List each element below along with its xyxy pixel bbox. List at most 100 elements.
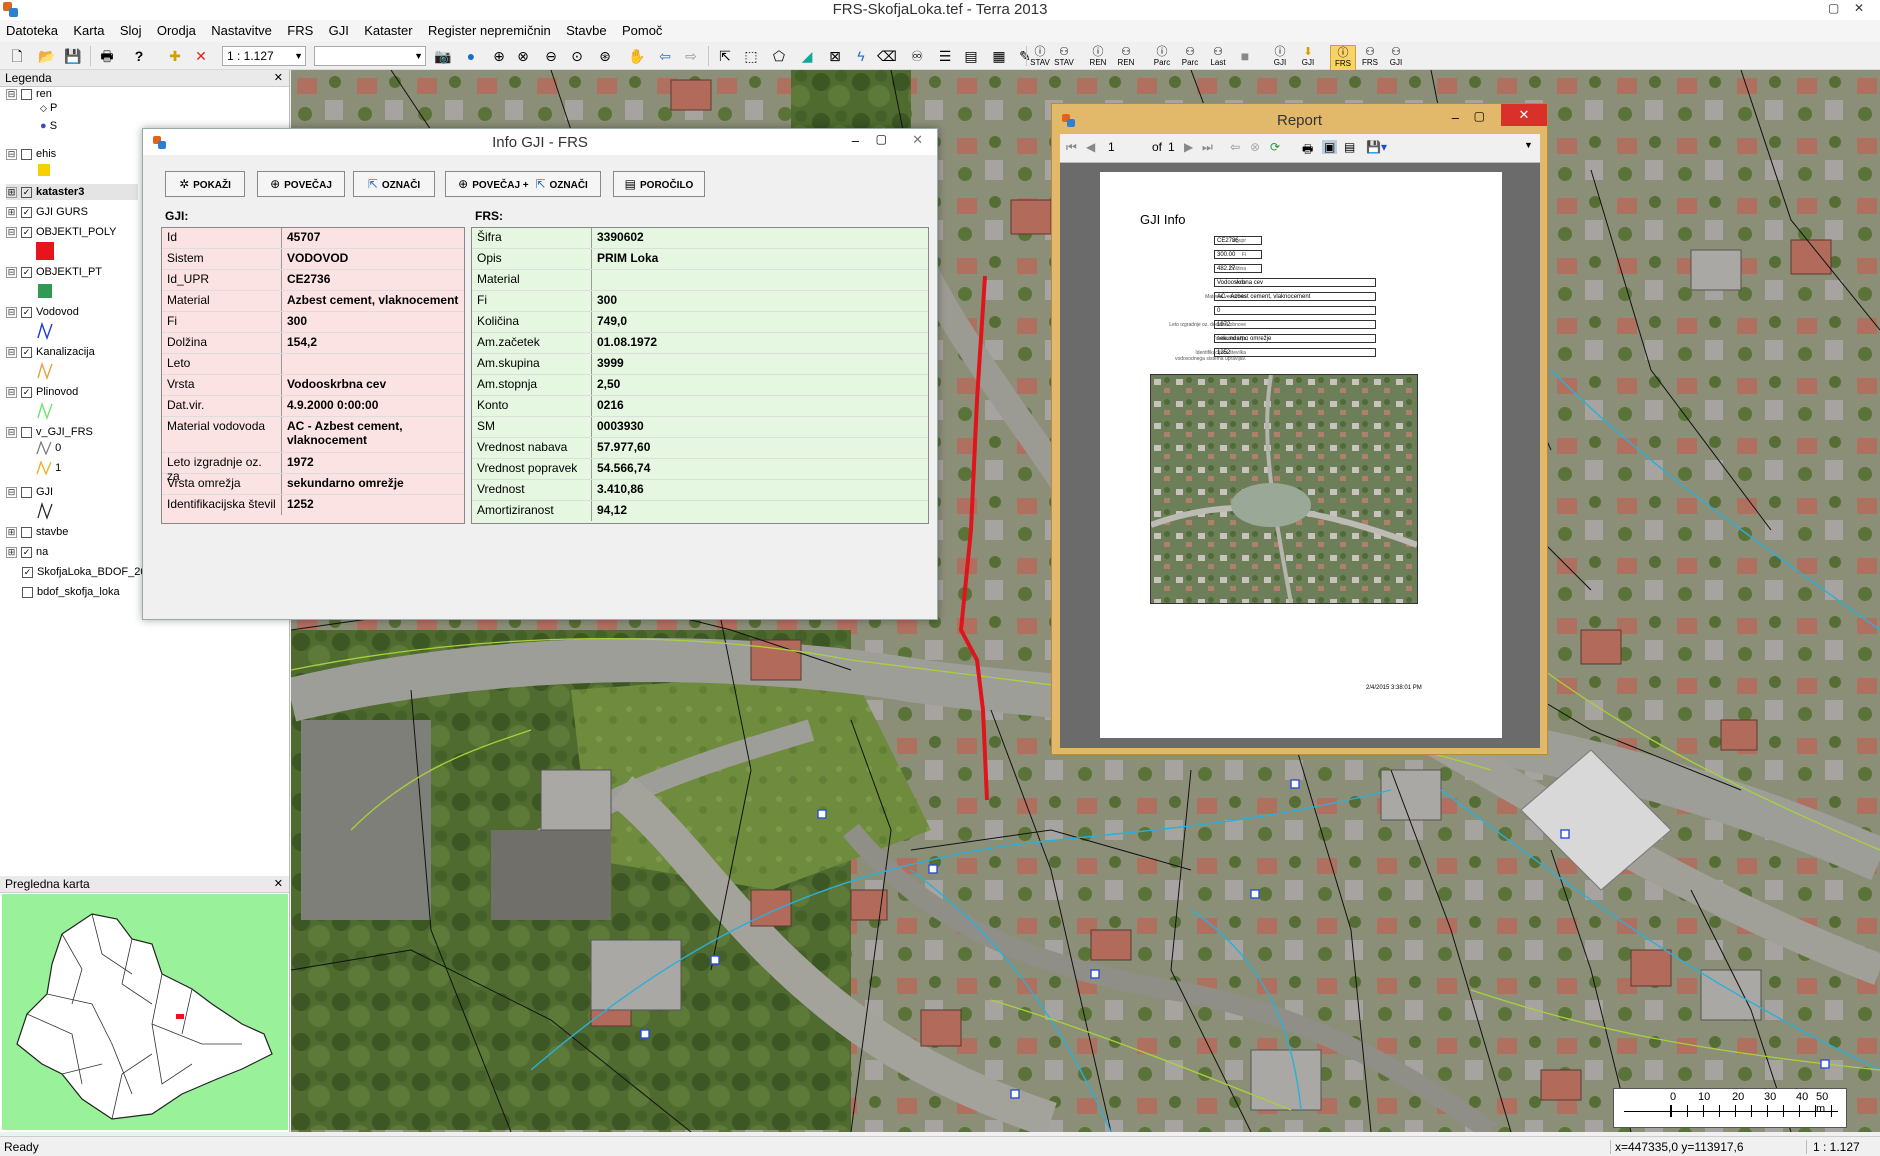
close-icon[interactable]: ✕	[1501, 104, 1547, 126]
close-icon[interactable]: ✕	[1854, 1, 1864, 15]
maximize-icon[interactable]: ▢	[1474, 109, 1485, 123]
checkbox[interactable]: ✓	[21, 306, 32, 318]
checkbox[interactable]: ✓	[21, 346, 32, 358]
collapse-icon[interactable]: ⊟	[6, 346, 17, 358]
collapse-icon[interactable]: ⊟	[6, 386, 17, 398]
close-icon[interactable]: ✕	[912, 132, 923, 148]
gji-search-button[interactable]: ⚇ GJI	[1384, 45, 1408, 69]
forward-icon[interactable]: ⇨	[680, 45, 702, 67]
table-icon[interactable]: ▦	[988, 45, 1010, 67]
legend-item-skofjaloka-bdof[interactable]: ✓ SkofjaLoka_BDOF_20	[22, 564, 146, 580]
menu-frs[interactable]: FRS	[281, 20, 319, 42]
frs-info-button[interactable]: ⓘ FRS	[1330, 45, 1356, 71]
next-page-icon[interactable]: ▶	[1184, 140, 1193, 154]
collapse-icon[interactable]: ⊟	[6, 148, 17, 160]
frs-search-button[interactable]: ⚇ FRS	[1358, 45, 1382, 69]
povecaj-oznaci-button[interactable]: ⊕ POVEČAJ + ⇱ OZNAČI	[445, 171, 601, 197]
legend-item-plinovod[interactable]: ⊟ ✓ Plinovod	[6, 384, 78, 400]
legend-item-bdof-skofja-loka[interactable]: bdof_skofja_loka	[22, 584, 120, 600]
export-icon[interactable]: 💾▾	[1366, 140, 1387, 154]
minimize-icon[interactable]: –	[1452, 110, 1459, 125]
pan-icon[interactable]: ✋	[626, 45, 648, 67]
expand-icon[interactable]: ⊞	[6, 186, 17, 198]
zoom-extent-icon[interactable]: ⊗	[512, 45, 534, 67]
parc-search-button[interactable]: ⚇ Parc	[1178, 45, 1202, 69]
menu-register[interactable]: Register nepremičnin	[422, 20, 557, 42]
checkbox[interactable]	[21, 486, 32, 498]
new-icon[interactable]: 🗋	[6, 45, 28, 67]
gji-info-button[interactable]: ⓘ GJI	[1268, 45, 1292, 69]
zoom-out-icon[interactable]: ⊖	[540, 45, 562, 67]
last-page-icon[interactable]: ⏭	[1202, 140, 1213, 155]
legend-item-kataster3[interactable]: ⊞ ✓ kataster3	[6, 184, 138, 200]
back-icon[interactable]: ⇦	[1230, 140, 1240, 154]
collapse-icon[interactable]: ⊟	[6, 426, 17, 438]
binoculars-icon[interactable]: ♾	[906, 45, 928, 67]
legend-item-gji-gurs[interactable]: ⊞ ✓ GJI GURS	[6, 204, 88, 220]
checkbox[interactable]: ✓	[22, 566, 33, 578]
remove-layer-icon[interactable]: ✕	[190, 45, 212, 67]
print-layout-icon[interactable]: ▣	[1322, 140, 1338, 154]
menu-karta[interactable]: Karta	[67, 20, 110, 42]
ren-info-button[interactable]: ⓘ REN	[1086, 45, 1110, 69]
collapse-icon[interactable]: ⊟	[6, 226, 17, 238]
menu-orodja[interactable]: Orodja	[151, 20, 202, 42]
expand-icon[interactable]: ⊞	[6, 526, 17, 538]
legend-item-v-gji-frs[interactable]: ⊟ v_GJI_FRS	[6, 424, 93, 440]
legend-item-stavbe[interactable]: ⊞ stavbe	[6, 524, 68, 540]
open-icon[interactable]: 📂	[36, 45, 58, 67]
pokazi-button[interactable]: ✲ POKAŽI	[165, 171, 245, 197]
ren-search-button[interactable]: ⚇ REN	[1114, 45, 1138, 69]
collapse-icon[interactable]: ⊟	[6, 88, 17, 100]
collapse-icon[interactable]: ⊟	[6, 486, 17, 498]
parc-info-button[interactable]: ⓘ Parc	[1150, 45, 1174, 69]
minimize-icon[interactable]: –	[852, 133, 859, 148]
checkbox[interactable]: ✓	[21, 206, 32, 218]
stav-info-button[interactable]: ⓘ STAV	[1028, 45, 1052, 69]
help-icon[interactable]: ?	[128, 45, 150, 67]
zoom-window-icon[interactable]: ⊙	[566, 45, 588, 67]
checkbox[interactable]: ✓	[21, 546, 32, 558]
menu-datoteka[interactable]: Datoteka	[0, 20, 64, 42]
checkbox[interactable]: ✓	[21, 186, 32, 198]
expand-icon[interactable]: ⊞	[6, 206, 17, 218]
zoom-in-icon[interactable]: ⊕	[488, 45, 510, 67]
chevron-down-icon[interactable]: ▼	[1524, 140, 1533, 150]
save-icon[interactable]: 💾	[62, 45, 84, 67]
legend-item-objekti-pt[interactable]: ⊟ ✓ OBJEKTI_PT	[6, 264, 102, 280]
oznaci-button[interactable]: ⇱ OZNAČI	[353, 171, 435, 197]
checkbox[interactable]: ✓	[21, 226, 32, 238]
print-icon[interactable]: 🖶	[96, 45, 118, 67]
layer-combo[interactable]: ▼	[314, 46, 426, 66]
layers-icon[interactable]: ☰	[934, 45, 956, 67]
collapse-icon[interactable]: ⊟	[6, 266, 17, 278]
last-search-button[interactable]: ⚇ Last	[1206, 45, 1230, 69]
legend-item-ehis[interactable]: ⊟ ehis	[6, 146, 56, 162]
checkbox[interactable]	[22, 586, 33, 598]
menu-gji[interactable]: GJI	[323, 20, 355, 42]
lightning-icon[interactable]: ϟ	[850, 45, 872, 67]
povecaj-button[interactable]: ⊕ POVEČAJ	[257, 171, 345, 197]
close-icon[interactable]: ✕	[274, 70, 283, 86]
back-icon[interactable]: ⇦	[654, 45, 676, 67]
stav-search-button[interactable]: ⚇ STAV	[1052, 45, 1076, 69]
legend-item-kanalizacija[interactable]: ⊟ ✓ Kanalizacija	[6, 344, 95, 360]
measure-icon[interactable]: ◢	[796, 45, 818, 67]
checkbox[interactable]	[21, 88, 32, 100]
close-icon[interactable]: ✕	[274, 876, 283, 892]
square-icon[interactable]: ■	[1234, 45, 1256, 67]
overview-map[interactable]	[2, 894, 288, 1130]
porocilo-button[interactable]: ▤ POROČILO	[613, 171, 705, 197]
eraser-icon[interactable]: ⌫	[876, 45, 898, 67]
menu-stavbe[interactable]: Stavbe	[560, 20, 612, 42]
select-poly-icon[interactable]: ⬠	[768, 45, 790, 67]
legend-item-na[interactable]: ⊞ ✓ na	[6, 544, 48, 560]
stop-icon[interactable]: ⊗	[1250, 140, 1260, 154]
select-icon[interactable]: ⇱	[714, 45, 736, 67]
restore-icon[interactable]: ▢	[1828, 1, 1839, 15]
page-number[interactable]: 1	[1108, 140, 1115, 154]
checkbox[interactable]	[21, 148, 32, 160]
collapse-icon[interactable]: ⊟	[6, 306, 17, 318]
first-page-icon[interactable]: ⏮	[1066, 140, 1077, 155]
prev-page-icon[interactable]: ◀	[1086, 140, 1095, 154]
